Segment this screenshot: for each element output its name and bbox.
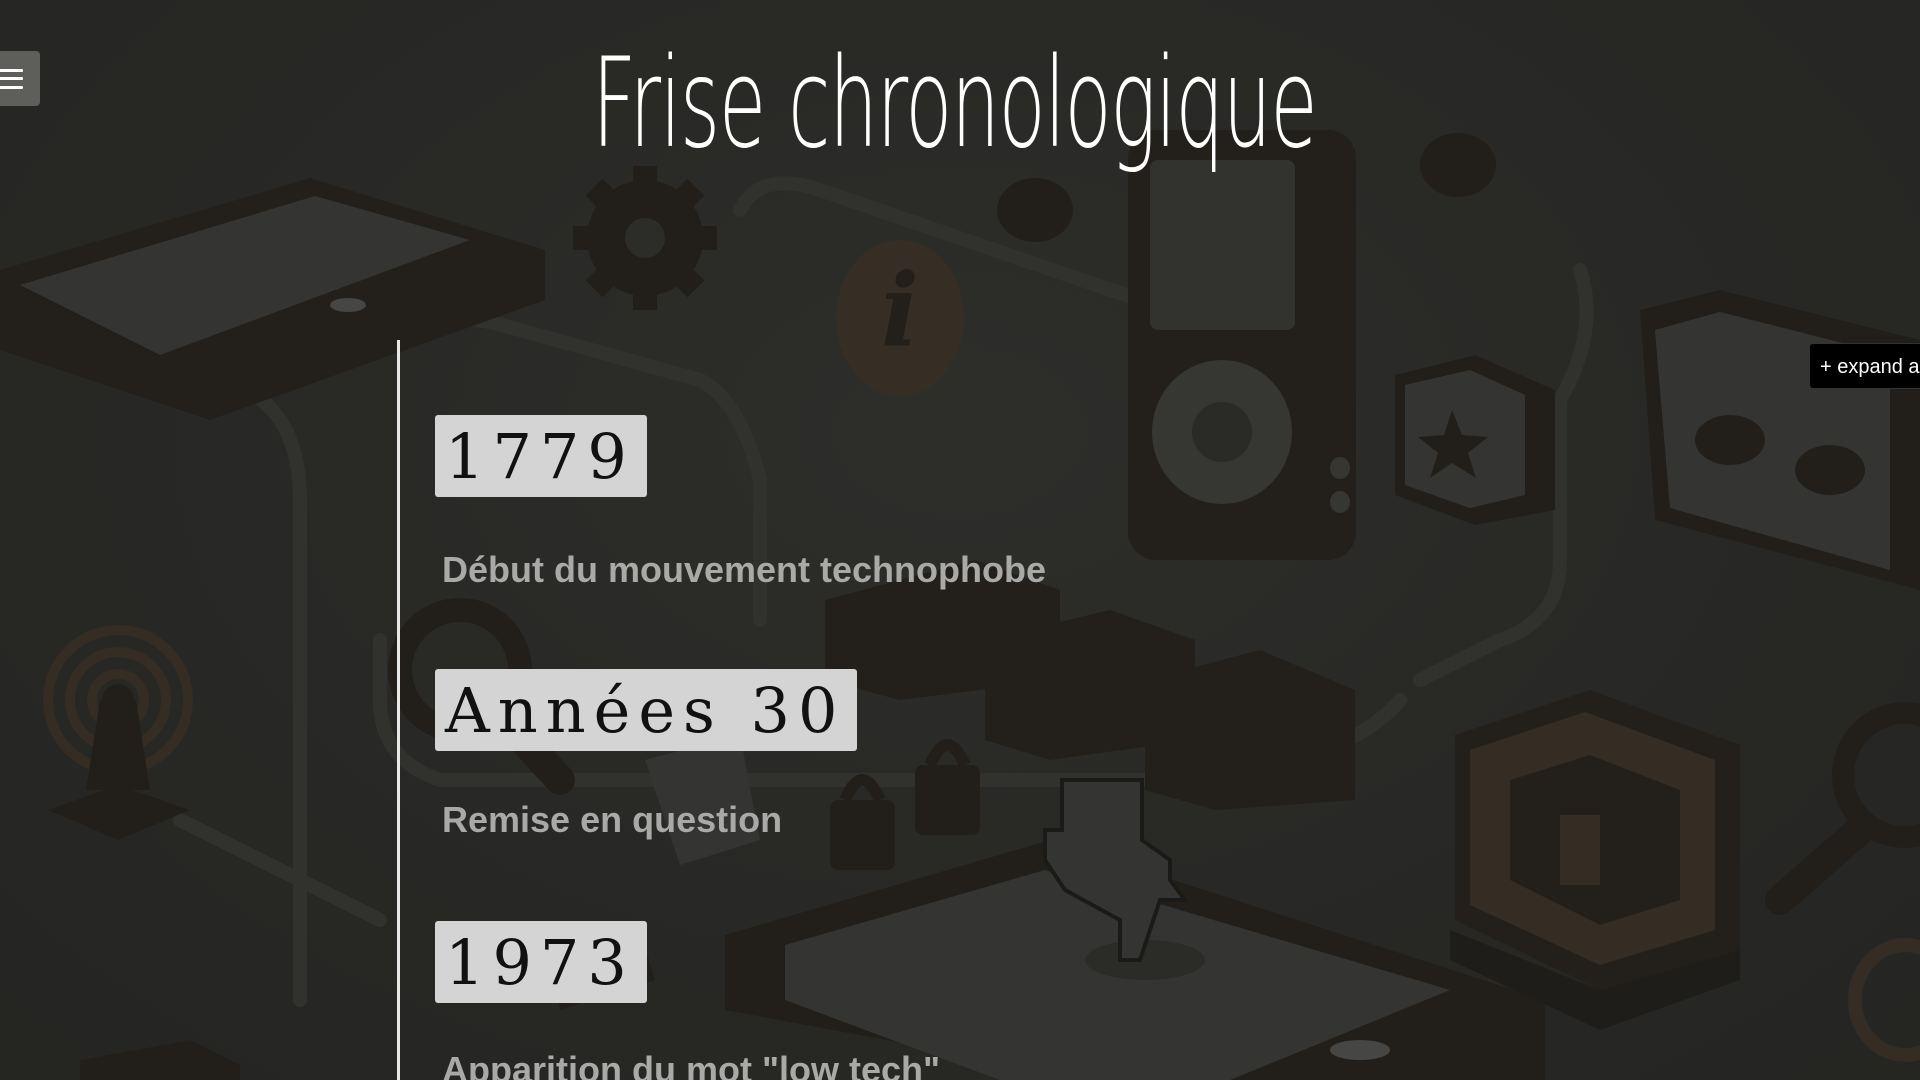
- timeline-page: i Frise chronologique + expand a 1779 Dé…: [0, 0, 1920, 1080]
- page-title: Frise chronologique: [592, 32, 1317, 176]
- zoom-magnifier-illustration: [1765, 702, 1920, 915]
- hamburger-icon: [0, 68, 23, 89]
- star-box-illustration: [1395, 355, 1555, 525]
- antenna-illustration: [43, 625, 193, 840]
- tablet-illustration: [0, 178, 545, 420]
- info-coin-illustration: i: [836, 240, 964, 396]
- timeline-event: 1973 Apparition du mot "low tech": [435, 921, 940, 1080]
- gear-illustration: [573, 166, 717, 310]
- blocks-illustration: [825, 560, 1355, 810]
- event-description: Début du mouvement technophobe: [442, 549, 1047, 590]
- expand-button[interactable]: + expand a: [1809, 343, 1920, 389]
- at-monitor-illustration: [1450, 690, 1740, 1030]
- timeline-event: Années 30 Remise en question: [435, 669, 858, 841]
- pointer-hand-illustration: [1043, 778, 1189, 962]
- timeline-event: 1779 Début du mouvement technophobe: [435, 415, 1046, 591]
- event-date: Années 30: [435, 669, 858, 751]
- timeline-line: [397, 340, 400, 1080]
- menu-toggle-button[interactable]: [0, 51, 40, 106]
- event-date: 1973: [435, 921, 647, 1003]
- music-player-illustration: [1128, 130, 1356, 560]
- event-description: Apparition du mot "low tech": [442, 1049, 941, 1080]
- svg-text:i: i: [881, 251, 919, 369]
- event-description: Remise en question: [442, 799, 783, 840]
- radio-illustration: [1640, 290, 1920, 590]
- event-date: 1779: [435, 415, 647, 497]
